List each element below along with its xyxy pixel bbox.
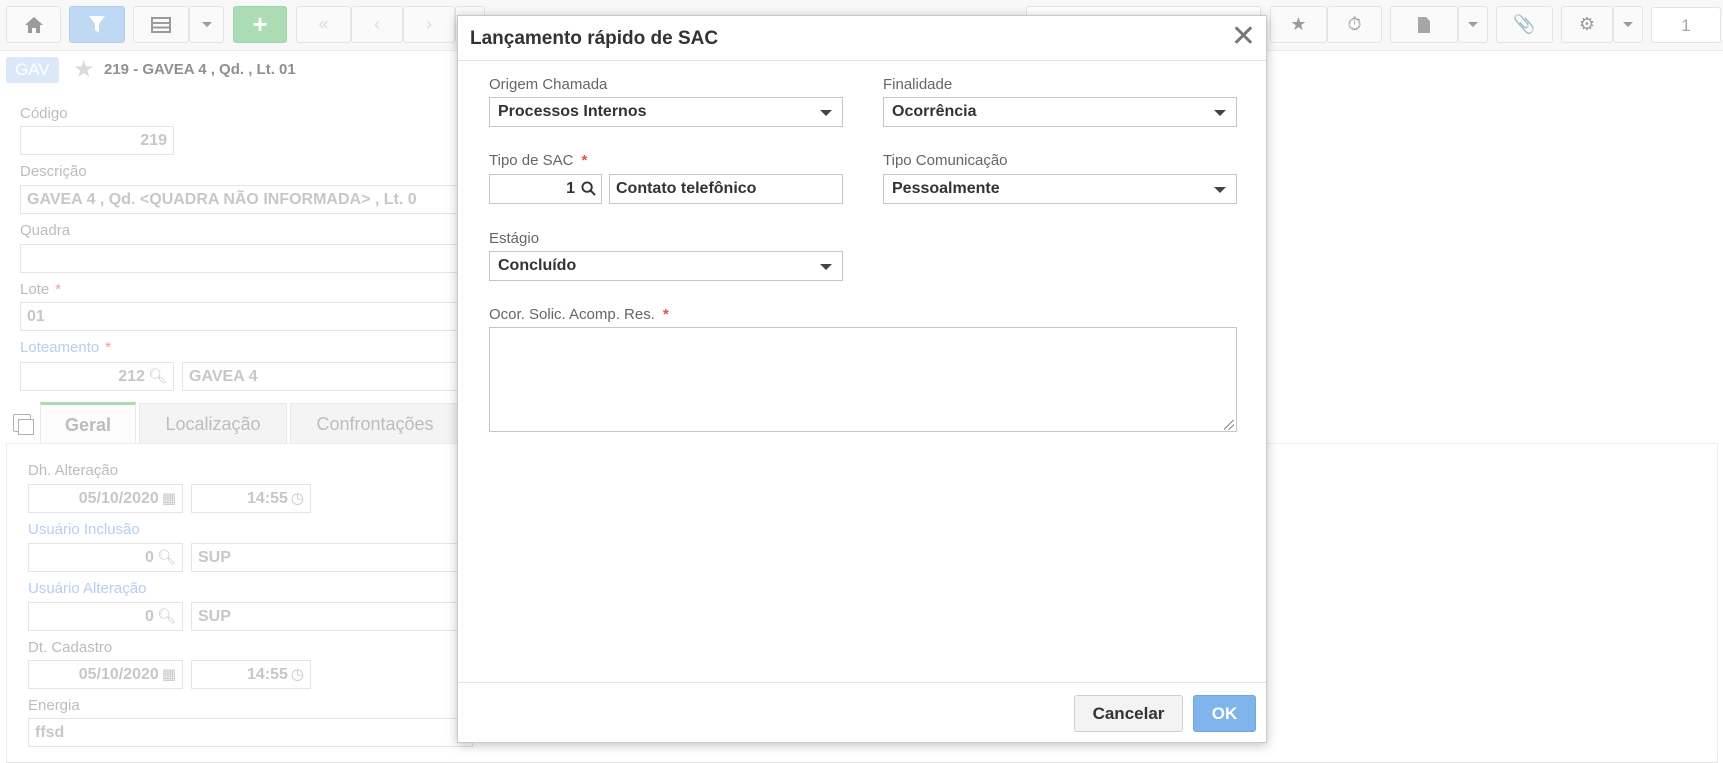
- estagio-value: Concluído: [498, 257, 577, 274]
- finalidade-select[interactable]: Ocorrência: [883, 97, 1237, 127]
- tipo-comunicacao-select[interactable]: Pessoalmente: [883, 174, 1237, 204]
- origem-chamada-value: Processos Internos: [498, 103, 647, 120]
- chevron-down-icon: [1214, 187, 1226, 193]
- tipo-sac-name-input[interactable]: Contato telefônico: [609, 174, 843, 204]
- finalidade-value: Ocorrência: [892, 103, 977, 120]
- dialog-title: Lançamento rápido de SAC: [470, 28, 719, 49]
- ocorrencia-textarea[interactable]: [489, 327, 1237, 432]
- quick-sac-dialog: Lançamento rápido de SAC ✕ Origem Chamad…: [457, 15, 1267, 743]
- ok-button[interactable]: OK: [1193, 695, 1256, 732]
- estagio-label: Estágio: [489, 230, 540, 247]
- close-icon[interactable]: ✕: [1231, 22, 1256, 52]
- required-mark: *: [581, 152, 588, 169]
- search-icon[interactable]: [581, 181, 596, 196]
- resize-handle-icon[interactable]: [1224, 420, 1234, 430]
- chevron-down-icon: [1214, 110, 1226, 116]
- chevron-down-icon: [820, 264, 832, 270]
- tipo-sac-code-input[interactable]: 1: [489, 174, 602, 204]
- ocorrencia-label: Ocor. Solic. Acomp. Res. *: [489, 306, 669, 323]
- tipo-sac-code-value: 1: [566, 180, 575, 197]
- dialog-footer: Cancelar OK: [458, 682, 1266, 744]
- tipo-sac-label: Tipo de SAC *: [489, 152, 588, 169]
- estagio-select[interactable]: Concluído: [489, 251, 843, 281]
- finalidade-label: Finalidade: [883, 76, 953, 93]
- dialog-header: Lançamento rápido de SAC ✕: [458, 16, 1266, 61]
- chevron-down-icon: [820, 110, 832, 116]
- tipo-comunicacao-value: Pessoalmente: [892, 180, 1000, 197]
- origem-chamada-label: Origem Chamada: [489, 76, 608, 93]
- tipo-comunicacao-label: Tipo Comunicação: [883, 152, 1008, 169]
- cancel-button[interactable]: Cancelar: [1074, 695, 1183, 732]
- required-mark: *: [662, 306, 669, 323]
- origem-chamada-select[interactable]: Processos Internos: [489, 97, 843, 127]
